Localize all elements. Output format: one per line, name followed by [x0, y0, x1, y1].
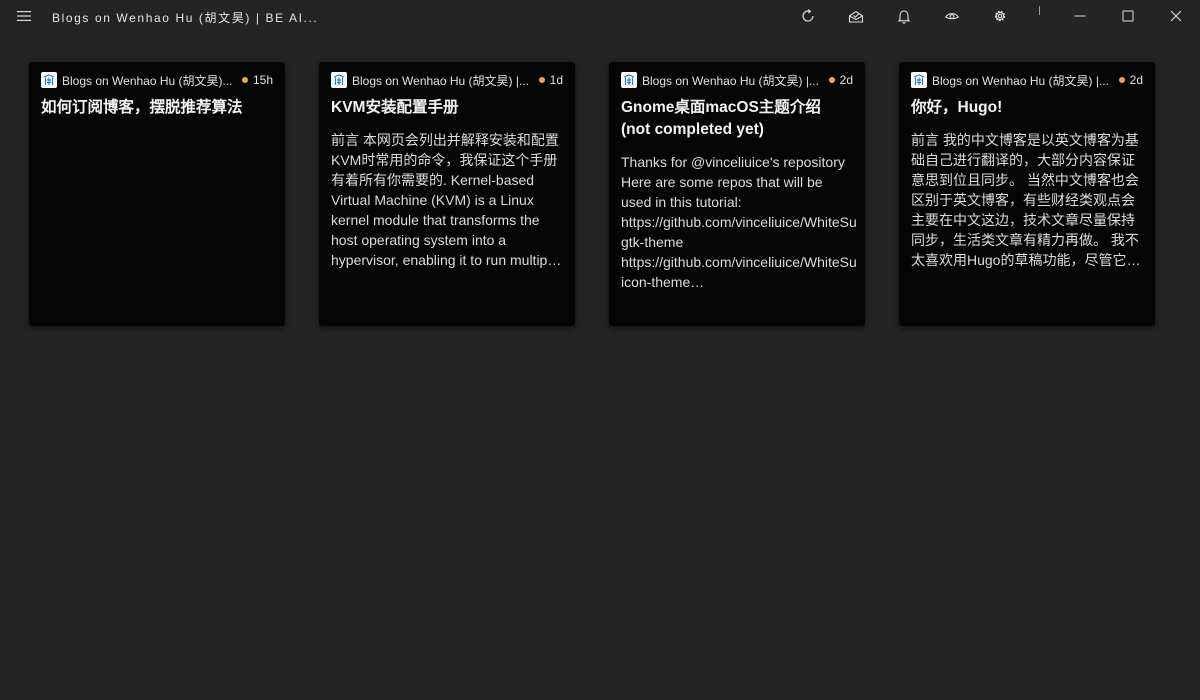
refresh-icon	[802, 9, 814, 22]
article-title: 如何订阅博客，摆脱推荐算法	[41, 99, 243, 116]
snippet-line: Thanks for @vinceliuice's repository	[621, 154, 845, 170]
snippet-line: host operating system into a	[331, 232, 507, 248]
snippet-line: 有着所有你需要的. Kernel-based	[331, 172, 535, 188]
snippet-line: hypervisor, enabling it to run multip…	[331, 252, 562, 268]
snippet-line: Virtual Machine (KVM) is a Linux	[331, 192, 534, 208]
snippet-line: https://github.com/vinceliuice/WhiteSu	[621, 254, 857, 270]
card-header: Blogs on Wenhao Hu (胡文昊)... 15h	[41, 72, 273, 88]
snippet-line: https://github.com/vinceliuice/WhiteSu	[621, 214, 857, 230]
maximize-icon	[1122, 10, 1134, 22]
mark-all-read-button[interactable]	[844, 6, 868, 26]
unread-dot	[538, 77, 545, 83]
unread-dot	[241, 77, 248, 83]
eye-icon	[945, 12, 959, 20]
window-title: Blogs on Wenhao Hu (胡文昊) | BE AI...	[52, 11, 319, 25]
hamburger-menu-button[interactable]	[12, 6, 36, 26]
maximize-button[interactable]	[1116, 6, 1140, 26]
notifications-button[interactable]	[892, 6, 916, 26]
snippet-line: 前言 我的中文博客是以英文博客为基	[911, 132, 1139, 148]
feed-logo-icon	[43, 74, 55, 85]
snippet-line: used in this tutorial:	[621, 194, 742, 210]
view-toggle-button[interactable]	[940, 6, 964, 26]
bell-icon	[897, 10, 911, 24]
mark-all-read-icon	[848, 10, 864, 23]
title-bar-separator	[1039, 6, 1040, 15]
publish-time: 15h	[252, 73, 273, 87]
snippet-line: 意思到位且同步。 当然中文博客也会	[911, 172, 1139, 188]
snippet-line: 主要在中文这边，技术文章尽量保持	[911, 212, 1135, 228]
feed-logo-icon	[333, 74, 345, 85]
snippet-line: KVM时常用的命令，我保证这个手册	[331, 152, 558, 168]
card-header: Blogs on Wenhao Hu (胡文昊) |... 2d	[911, 72, 1143, 88]
card-header: Blogs on Wenhao Hu (胡文昊) |... 1d	[331, 72, 563, 88]
snippet-line: gtk-theme	[621, 234, 684, 250]
feed-favicon	[331, 72, 347, 88]
settings-button[interactable]	[988, 6, 1012, 26]
feed-favicon	[621, 72, 637, 88]
article-card[interactable]: Blogs on Wenhao Hu (胡文昊)... 15h 如何订阅博客，摆…	[29, 62, 285, 326]
feed-source-name: Blogs on Wenhao Hu (胡文昊) |...	[352, 73, 529, 88]
feed-source-name: Blogs on Wenhao Hu (胡文昊) |...	[932, 73, 1109, 88]
article-snippet: Thanks for @vinceliuice's repository Her…	[621, 152, 865, 292]
snippet-line: Here are some repos that will be	[621, 174, 823, 190]
feed-source-name: Blogs on Wenhao Hu (胡文昊) |...	[642, 73, 819, 88]
close-button[interactable]	[1164, 6, 1188, 26]
feed-logo-icon	[913, 74, 925, 85]
snippet-line: 前言 本网页会列出并解释安装和配置	[331, 132, 559, 148]
title-bar: Blogs on Wenhao Hu (胡文昊) | BE AI...	[0, 0, 1200, 32]
snippet-line: 同步，生活类文章有精力再做。 我不	[911, 232, 1139, 248]
gear-icon	[994, 10, 1006, 22]
article-snippet: 前言 本网页会列出并解释安装和配置 KVM时常用的命令，我保证这个手册 有着所有…	[331, 130, 575, 270]
article-title: 你好，Hugo!	[911, 99, 1003, 116]
feed-source-name: Blogs on Wenhao Hu (胡文昊)...	[62, 73, 233, 88]
snippet-line: icon-theme…	[621, 274, 705, 290]
snippet-line: 区别于英文博客，有些财经类观点会	[911, 192, 1135, 208]
snippet-line: 础自己进行翻译的，大部分内容保证	[911, 152, 1135, 168]
publish-time: 1d	[549, 73, 563, 87]
article-snippet: 前言 我的中文博客是以英文博客为基 础自己进行翻译的，大部分内容保证 意思到位且…	[911, 130, 1155, 270]
feed-favicon	[911, 72, 927, 88]
publish-time: 2d	[839, 73, 853, 87]
snippet-line: kernel module that transforms the	[331, 212, 540, 228]
article-title: Gnome桌面macOS主题介绍 (not completed yet)	[621, 99, 821, 138]
unread-dot	[1118, 77, 1125, 83]
feed-favicon	[41, 72, 57, 88]
card-header: Blogs on Wenhao Hu (胡文昊) |... 2d	[621, 72, 853, 88]
article-title: KVM安装配置手册	[331, 99, 459, 116]
snippet-line: 太喜欢用Hugo的草稿功能，尽管它…	[911, 252, 1141, 268]
article-card[interactable]: Blogs on Wenhao Hu (胡文昊) |... 2d Gnome桌面…	[609, 62, 865, 326]
unread-dot	[828, 77, 835, 83]
feed-logo-icon	[623, 74, 635, 85]
close-icon	[1170, 10, 1182, 22]
article-card[interactable]: Blogs on Wenhao Hu (胡文昊) |... 1d KVM安装配置…	[319, 62, 575, 326]
article-card[interactable]: Blogs on Wenhao Hu (胡文昊) |... 2d 你好，Hugo…	[899, 62, 1155, 326]
menu-icon	[17, 11, 31, 21]
refresh-button[interactable]	[796, 6, 820, 26]
minimize-icon	[1074, 15, 1086, 17]
publish-time: 2d	[1129, 73, 1143, 87]
minimize-button[interactable]	[1068, 6, 1092, 26]
